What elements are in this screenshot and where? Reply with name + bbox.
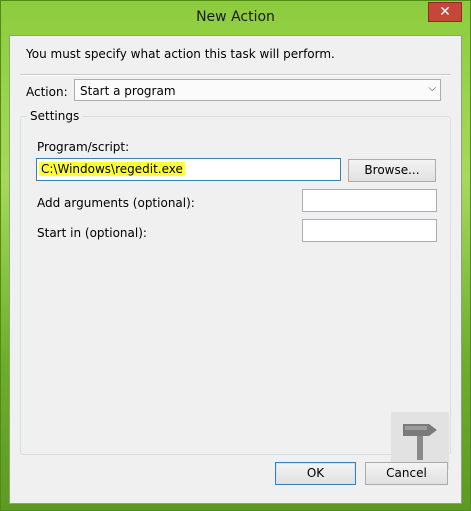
action-dropdown[interactable]: Start a program ⌵ (74, 79, 441, 101)
ok-button[interactable]: OK (275, 462, 356, 485)
window-title: New Action (196, 9, 275, 25)
start-in-label: Start in (optional): (37, 226, 147, 240)
action-label: Action: (26, 85, 68, 99)
arguments-label: Add arguments (optional): (37, 196, 195, 210)
hammer-icon (403, 424, 437, 460)
arguments-input[interactable] (302, 189, 437, 212)
program-script-label: Program/script: (37, 140, 130, 154)
instruction-text: You must specify what action this task w… (26, 47, 335, 61)
separator (20, 74, 451, 76)
close-icon: ✕ (439, 4, 451, 20)
close-button[interactable]: ✕ (428, 2, 462, 22)
action-dropdown-value: Start a program (80, 84, 176, 98)
cancel-button[interactable]: Cancel (365, 462, 448, 485)
dialog-client-area: You must specify what action this task w… (9, 35, 462, 504)
chevron-down-icon: ⌵ (428, 83, 436, 94)
dialog-window: New Action ✕ You must specify what actio… (0, 0, 471, 511)
program-script-input[interactable]: C:\Windows\regedit.exe (36, 158, 341, 181)
settings-legend: Settings (27, 109, 83, 123)
browse-button[interactable]: Browse... (348, 159, 436, 182)
start-in-input[interactable] (302, 219, 437, 242)
title-bar[interactable]: New Action ✕ (1, 1, 470, 35)
program-script-value: C:\Windows\regedit.exe (39, 162, 185, 176)
